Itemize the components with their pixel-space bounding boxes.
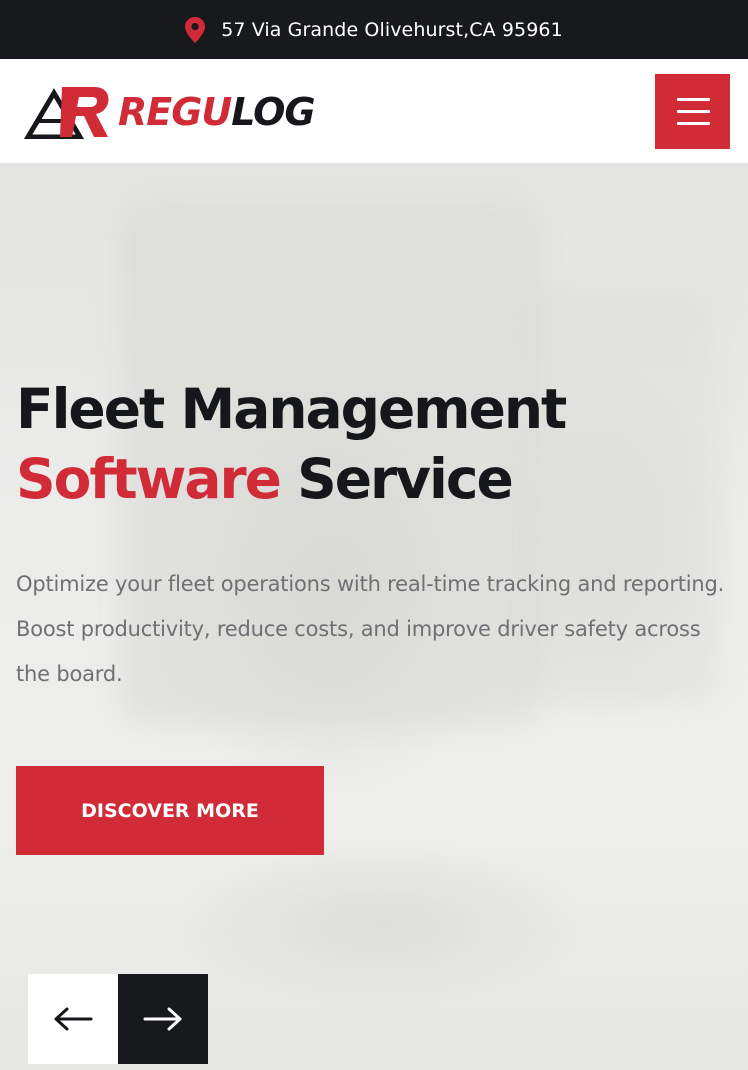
hero-title-accent: Software: [16, 447, 282, 511]
slider-prev-button[interactable]: [28, 974, 118, 1064]
arrow-right-icon: [143, 1007, 182, 1031]
hero-slider: Fleet Management Software Service Optimiz…: [0, 164, 748, 1070]
logo-wordmark: REGULOG: [118, 90, 316, 134]
hero-title: Fleet Management Software Service: [16, 377, 567, 511]
site-header: REGULOG: [0, 59, 748, 164]
hero-description: Optimize your fleet operations with real…: [16, 572, 725, 686]
address-text: 57 Via Grande Olivehurst,CA 95961: [221, 18, 563, 41]
arrow-left-icon: [54, 1007, 93, 1031]
slider-next-button[interactable]: [118, 974, 208, 1064]
discover-more-button[interactable]: DISCOVER MORE: [16, 766, 324, 855]
top-info-bar: 57 Via Grande Olivehurst,CA 95961: [0, 0, 748, 59]
site-logo[interactable]: REGULOG: [24, 85, 316, 139]
menu-button[interactable]: [655, 74, 730, 149]
location-pin-icon: [185, 16, 206, 43]
logo-mark-icon: [24, 87, 109, 139]
